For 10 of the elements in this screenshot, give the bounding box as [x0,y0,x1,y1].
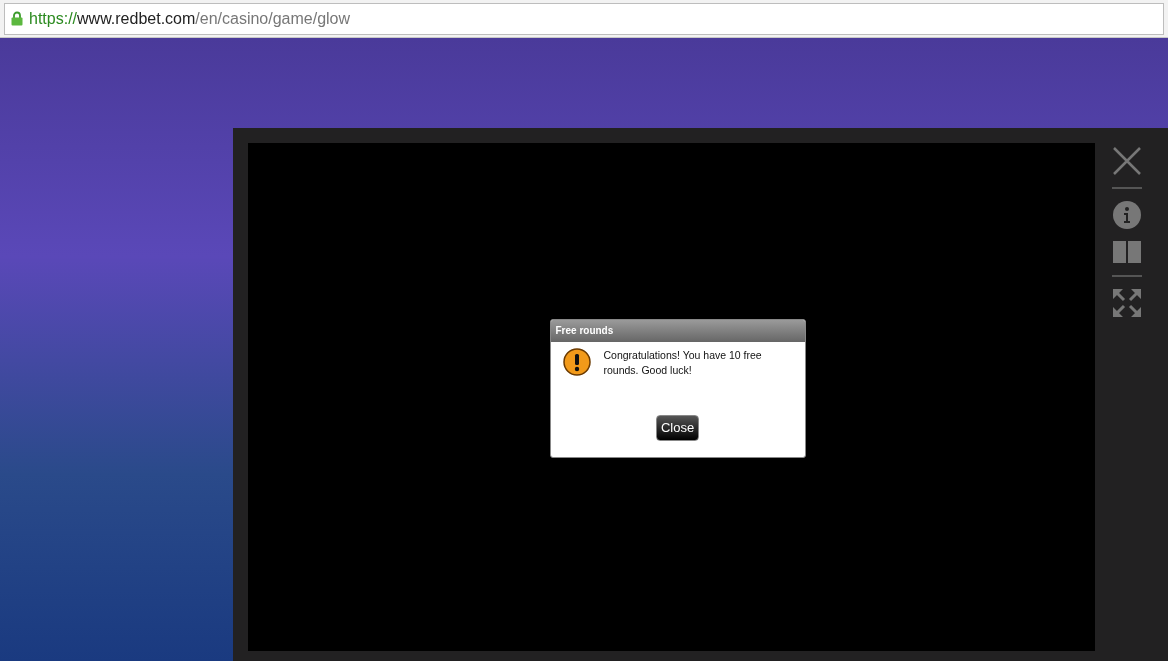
address-field[interactable]: https://www.redbet.com/en/casino/game/glow [4,2,1164,35]
warning-icon [562,347,591,376]
padlock-icon [11,11,23,26]
close-icon[interactable] [1113,147,1141,175]
dialog-title: Free rounds [550,319,805,342]
dialog-message: Congratulations! You have 10 free rounds. Good luck! [603,347,763,378]
close-button[interactable]: Close [655,414,700,441]
info-icon[interactable] [1113,201,1141,229]
fullscreen-icon[interactable] [1113,289,1141,317]
book-icon[interactable] [1113,241,1141,263]
